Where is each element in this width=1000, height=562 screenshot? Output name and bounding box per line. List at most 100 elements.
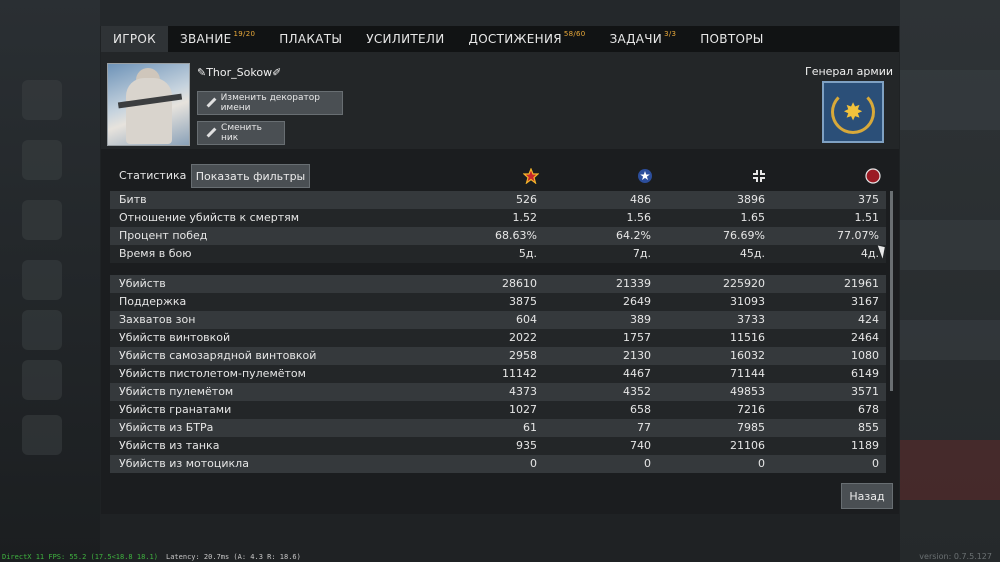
row-value: 1080 bbox=[851, 349, 879, 362]
row-value: 678 bbox=[858, 403, 879, 416]
table-row: Отношение убийств к смертям 1.52 1.56 1.65 1… bbox=[110, 209, 886, 227]
row-value: 64.2% bbox=[616, 229, 651, 242]
tab-label: ЗАДАЧИ bbox=[609, 32, 663, 46]
row-value: 1.56 bbox=[626, 211, 652, 224]
row-label: Убийств пулемётом bbox=[119, 385, 234, 398]
row-value: 424 bbox=[858, 313, 879, 326]
row-value: 2958 bbox=[509, 349, 537, 362]
scrollbar[interactable] bbox=[890, 191, 893, 391]
tab-label: ПЛАКАТЫ bbox=[279, 32, 343, 46]
table-row: Убийств из танка 935 740 21106 1189 bbox=[110, 437, 886, 455]
statistics-table: Битв 526 486 3896 375 Отношение убийств к сме… bbox=[110, 191, 886, 473]
tab-badge: 3/3 bbox=[664, 30, 677, 38]
row-value: 935 bbox=[516, 439, 537, 452]
row-value: 77.07% bbox=[837, 229, 879, 242]
row-value: 11142 bbox=[502, 367, 537, 380]
row-value: 0 bbox=[872, 457, 879, 470]
row-value: 7д. bbox=[632, 247, 651, 260]
background-topbar bbox=[0, 0, 1000, 26]
star-blue-icon bbox=[637, 168, 653, 184]
row-label: Убийств пистолетом-пулемётом bbox=[119, 367, 306, 380]
row-value: 2649 bbox=[623, 295, 651, 308]
statistics-header: Статистика Показать фильтры bbox=[101, 163, 899, 189]
change-nick-button[interactable]: Сменить ник bbox=[197, 121, 285, 145]
row-value: 5д. bbox=[518, 247, 537, 260]
row-value: 28610 bbox=[502, 277, 537, 290]
row-value: 2022 bbox=[509, 331, 537, 344]
row-label: Убийств винтовкой bbox=[119, 331, 231, 344]
table-row: Время в бою 5д. 7д. 45д. 4д. bbox=[110, 245, 886, 263]
row-value: 3896 bbox=[737, 193, 765, 206]
tab-5[interactable]: ЗАДАЧИ 3/3 bbox=[598, 26, 689, 52]
row-value: 68.63% bbox=[495, 229, 537, 242]
row-value: 225920 bbox=[723, 277, 765, 290]
row-value: 389 bbox=[630, 313, 651, 326]
row-value: 1757 bbox=[623, 331, 651, 344]
row-value: 2130 bbox=[623, 349, 651, 362]
row-value: 61 bbox=[523, 421, 537, 434]
row-value: 16032 bbox=[730, 349, 765, 362]
row-value: 1.65 bbox=[740, 211, 766, 224]
profile-header: ✎Thor_Sokow✐ Изменить декоратор имени См… bbox=[101, 52, 899, 149]
tab-3[interactable]: УСИЛИТЕЛИ bbox=[354, 26, 456, 52]
tab-label: УСИЛИТЕЛИ bbox=[366, 32, 445, 46]
tab-1[interactable]: ЗВАНИЕ 19/20 bbox=[168, 26, 267, 52]
row-label: Убийств из танка bbox=[119, 439, 220, 452]
row-value: 1027 bbox=[509, 403, 537, 416]
change-decorator-button[interactable]: Изменить декоратор имени bbox=[197, 91, 343, 115]
table-row: Битв 526 486 3896 375 bbox=[110, 191, 886, 209]
background-right-panel bbox=[900, 0, 1000, 562]
row-value: 7216 bbox=[737, 403, 765, 416]
back-button[interactable]: Назад bbox=[841, 483, 893, 509]
row-value: 4352 bbox=[623, 385, 651, 398]
row-label: Убийств самозарядной винтовкой bbox=[119, 349, 317, 362]
row-value: 3733 bbox=[737, 313, 765, 326]
row-value: 2464 bbox=[851, 331, 879, 344]
cross-icon bbox=[751, 168, 767, 184]
avatar[interactable] bbox=[107, 63, 190, 146]
row-value: 76.69% bbox=[723, 229, 765, 242]
table-row: Убийств пистолетом-пулемётом 11142 4467 711… bbox=[110, 365, 886, 383]
circle-red-icon bbox=[865, 168, 881, 184]
row-value: 4373 bbox=[509, 385, 537, 398]
tab-4[interactable]: ДОСТИЖЕНИЯ 58/60 bbox=[457, 26, 598, 52]
latency-readout: Latency: 20.7ms (A: 4.3 R: 18.6) bbox=[166, 553, 301, 561]
row-value: 486 bbox=[630, 193, 651, 206]
tab-label: ЗВАНИЕ bbox=[180, 32, 232, 46]
fps-counter: DirectX 11 FPS: 55.2 (17.5<18.8 18.1) bbox=[2, 553, 158, 561]
row-label: Время в бою bbox=[119, 247, 192, 260]
row-value: 4д. bbox=[860, 247, 879, 260]
row-value: 6149 bbox=[851, 367, 879, 380]
change-nick-label: Сменить ник bbox=[221, 123, 262, 143]
show-filters-button[interactable]: Показать фильтры bbox=[191, 164, 310, 188]
table-row: Убийств винтовкой 2022 1757 11516 2464 bbox=[110, 329, 886, 347]
row-value: 0 bbox=[758, 457, 765, 470]
row-value: 21106 bbox=[730, 439, 765, 452]
row-value: 1.52 bbox=[512, 211, 538, 224]
table-row: Процент побед 68.63% 64.2% 76.69% 77.07% bbox=[110, 227, 886, 245]
player-profile-window: ИГРОК ЗВАНИЕ 19/20 ПЛАКАТЫ УСИЛИТЕЛИ ДОСТИЖЕН… bbox=[101, 26, 899, 514]
row-value: 3571 bbox=[851, 385, 879, 398]
row-value: 740 bbox=[630, 439, 651, 452]
row-value: 855 bbox=[858, 421, 879, 434]
tab-label: ИГРОК bbox=[113, 32, 156, 46]
row-label: Убийств bbox=[119, 277, 166, 290]
table-row: Захватов зон 604 389 3733 424 bbox=[110, 311, 886, 329]
tab-0[interactable]: ИГРОК bbox=[101, 26, 168, 52]
table-row: Убийств 28610 21339 225920 21961 bbox=[110, 275, 886, 293]
row-label: Убийств из БТРа bbox=[119, 421, 214, 434]
tab-badge: 19/20 bbox=[233, 30, 256, 38]
row-label: Отношение убийств к смертям bbox=[119, 211, 300, 224]
row-value: 526 bbox=[516, 193, 537, 206]
tab-6[interactable]: ПОВТОРЫ bbox=[688, 26, 775, 52]
tab-2[interactable]: ПЛАКАТЫ bbox=[267, 26, 354, 52]
row-value: 0 bbox=[644, 457, 651, 470]
row-label: Процент побед bbox=[119, 229, 208, 242]
version-label: version: 0.7.5.127 bbox=[919, 552, 992, 561]
pencil-icon bbox=[206, 98, 215, 108]
row-value: 49853 bbox=[730, 385, 765, 398]
row-value: 11516 bbox=[730, 331, 765, 344]
table-row: Поддержка 3875 2649 31093 3167 bbox=[110, 293, 886, 311]
row-value: 3875 bbox=[509, 295, 537, 308]
rank-badge-icon[interactable]: ✸ bbox=[822, 81, 884, 143]
